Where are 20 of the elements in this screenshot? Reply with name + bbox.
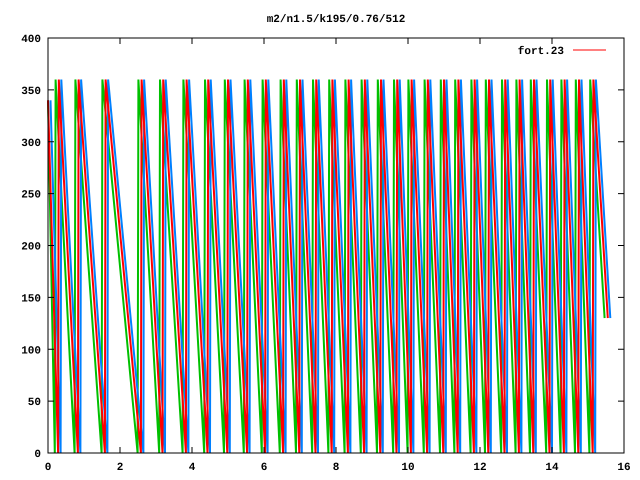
y-tick-label: 300 <box>21 138 41 150</box>
x-tick-label: 0 <box>44 462 52 474</box>
x-tick-label: 16 <box>617 462 631 474</box>
y-tick-label: 50 <box>28 397 41 410</box>
x-tick-label: 8 <box>332 462 340 474</box>
x-tick-label: 12 <box>473 462 487 474</box>
y-tick-label: 400 <box>21 34 41 46</box>
y-tick-label: 0 <box>34 449 41 461</box>
y-tick-label: 150 <box>21 293 41 306</box>
x-tick-label: 6 <box>260 462 268 474</box>
y-tick-label: 100 <box>21 345 41 358</box>
x-tick-label: 2 <box>116 462 124 474</box>
y-tick-label: 200 <box>21 242 41 254</box>
y-tick-label: 250 <box>21 190 41 202</box>
legend-label: fort.23 <box>518 46 564 58</box>
chart-title: m2/n1.5/k195/0.76/512 <box>266 14 406 26</box>
y-tick-label: 350 <box>21 86 41 98</box>
x-tick-label: 4 <box>188 462 196 474</box>
x-tick-label: 10 <box>401 462 415 474</box>
x-tick-label: 14 <box>545 462 559 474</box>
